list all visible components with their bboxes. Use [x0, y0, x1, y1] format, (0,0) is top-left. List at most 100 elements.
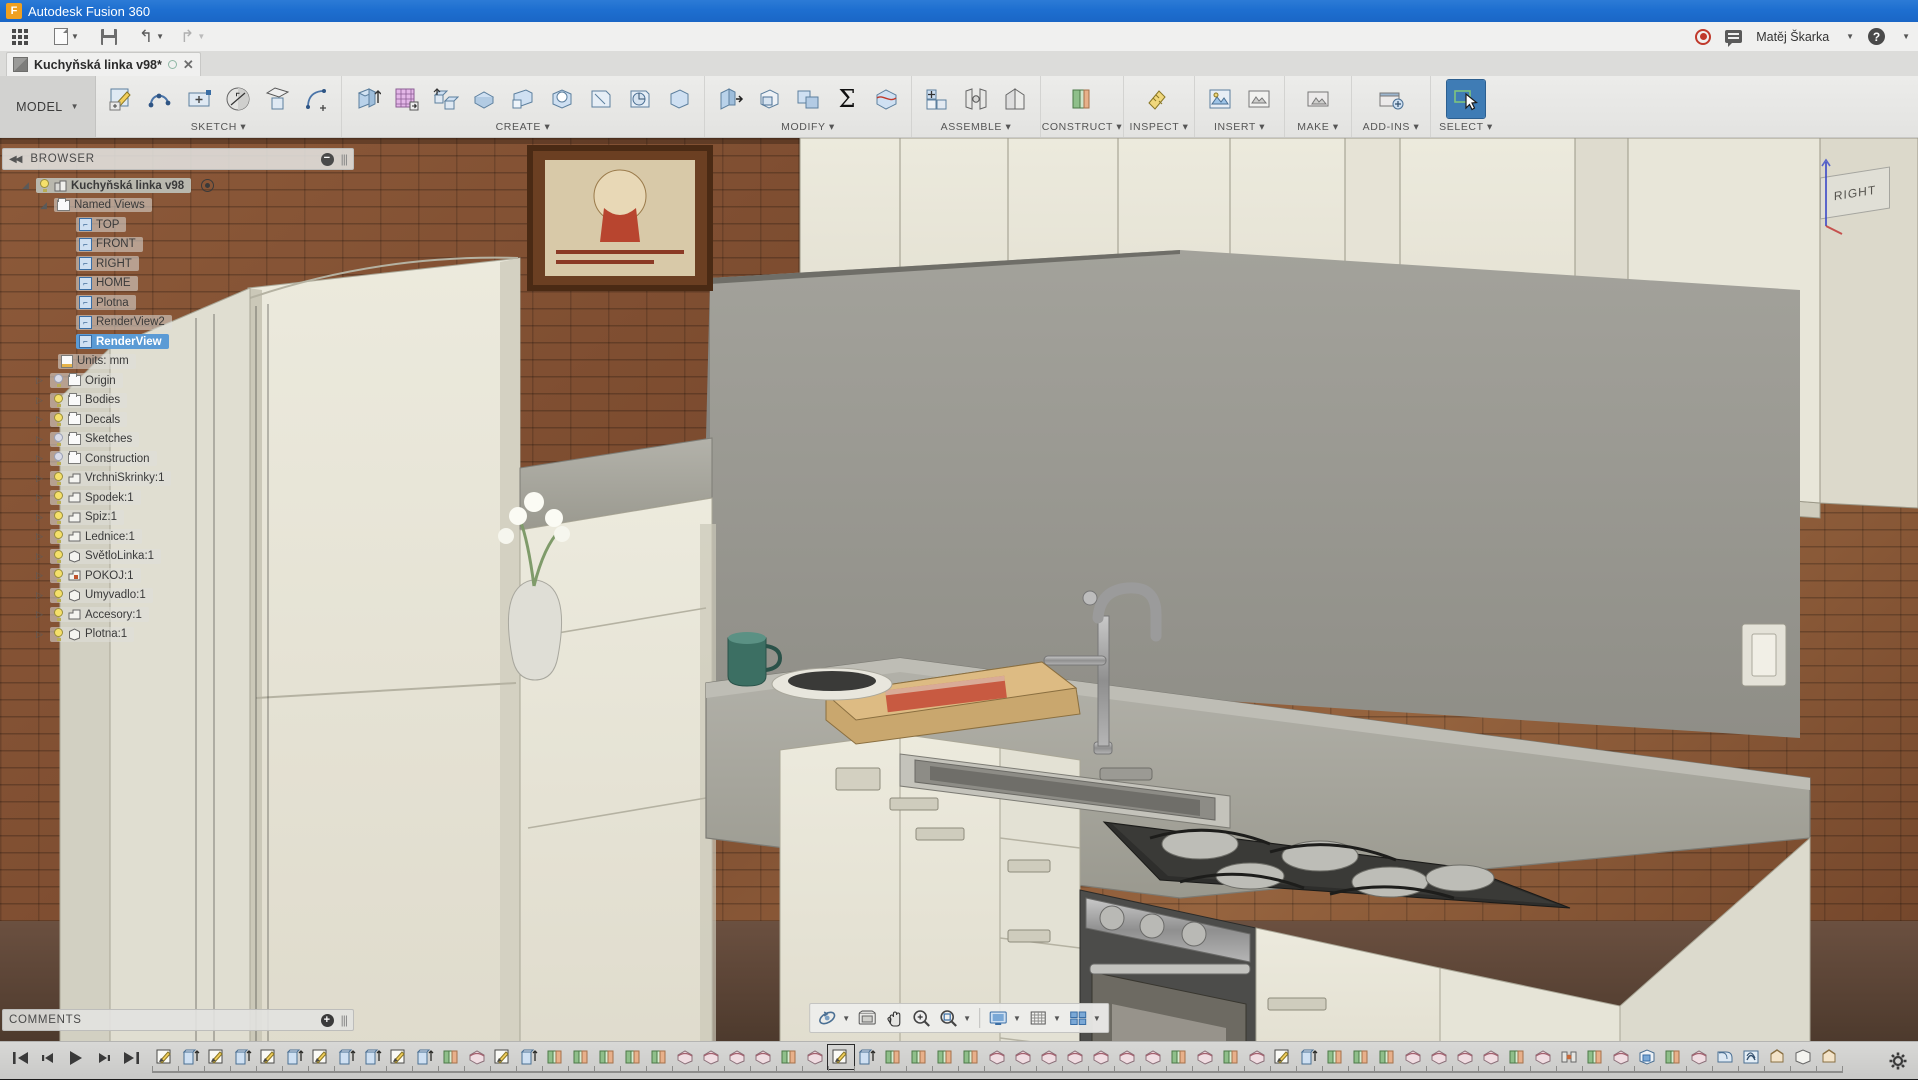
timeline-node-sketch[interactable] — [828, 1045, 854, 1069]
ribbon-group-label-construct[interactable]: CONSTRUCT ▾ — [1041, 121, 1123, 137]
offset-plane-button[interactable] — [1063, 80, 1101, 118]
timeline-node-combine[interactable] — [1166, 1045, 1192, 1069]
spline-button[interactable] — [297, 80, 335, 118]
step-forward-icon[interactable] — [95, 1050, 113, 1071]
fit-button[interactable]: ▼ — [935, 1006, 974, 1030]
resize-grip-icon[interactable]: ||| — [341, 152, 347, 166]
revolve-button[interactable] — [387, 80, 425, 118]
thread-button[interactable] — [621, 80, 659, 118]
expand-triangle-icon[interactable]: ▷ — [36, 492, 46, 503]
ribbon-group-label-make[interactable]: MAKE ▾ — [1285, 121, 1351, 137]
tree-node-row[interactable]: ▷Bodies — [22, 391, 352, 411]
lightbulb-icon[interactable] — [53, 433, 64, 446]
tree-node-row[interactable]: ▷Decals — [22, 410, 352, 430]
tree-root-row[interactable]: ◢ Kuchyňská linka v98 — [22, 176, 352, 196]
named-view-row[interactable]: ⌐RenderView — [22, 332, 352, 352]
3d-print-button[interactable] — [1299, 80, 1337, 118]
timeline-node-fillet[interactable] — [984, 1045, 1010, 1069]
display-settings-button[interactable]: ▼ — [985, 1006, 1024, 1030]
timeline-node-chamfer[interactable] — [1764, 1045, 1790, 1069]
visibility-toggle-icon[interactable] — [201, 179, 214, 192]
timeline-node-thread[interactable] — [1738, 1045, 1764, 1069]
timeline-node-fillet[interactable] — [1530, 1045, 1556, 1069]
tree-node-row[interactable]: ▷Spodek:1 — [22, 488, 352, 508]
timeline-node-chamfer[interactable] — [1816, 1045, 1842, 1069]
skip-to-start-icon[interactable] — [12, 1050, 30, 1071]
lightbulb-icon[interactable] — [53, 511, 64, 524]
timeline-node-combine[interactable] — [1660, 1045, 1686, 1069]
document-tab[interactable]: Kuchyňská linka v98* ✕ — [6, 52, 201, 76]
expand-triangle-icon[interactable]: ▷ — [36, 434, 46, 445]
ribbon-group-label-sketch[interactable]: SKETCH ▾ — [96, 121, 341, 137]
lightbulb-icon[interactable] — [53, 589, 64, 602]
timeline-node-extrude[interactable] — [1296, 1045, 1322, 1069]
save-button[interactable] — [97, 24, 121, 50]
timeline-node-combine[interactable] — [932, 1045, 958, 1069]
play-icon[interactable] — [66, 1049, 86, 1072]
timeline-feature-nodes[interactable] — [152, 1042, 1878, 1080]
new-component-button[interactable] — [918, 80, 956, 118]
minus-circle-icon[interactable]: − — [321, 153, 334, 166]
measure-button[interactable] — [1140, 80, 1178, 118]
sync-circle-icon[interactable] — [168, 60, 177, 69]
timeline-node-extrude[interactable] — [178, 1045, 204, 1069]
timeline-node-fillet[interactable] — [724, 1045, 750, 1069]
tree-node-row[interactable]: ▷Spiz:1 — [22, 508, 352, 528]
ribbon-group-label-assemble[interactable]: ASSEMBLE ▾ — [912, 121, 1040, 137]
timeline-node-fillet[interactable] — [1010, 1045, 1036, 1069]
timeline-node-fillet[interactable] — [802, 1045, 828, 1069]
lightbulb-icon[interactable] — [53, 569, 64, 582]
timeline-node-combine[interactable] — [646, 1045, 672, 1069]
workspace-switcher[interactable]: MODEL ▼ — [0, 76, 96, 137]
zoom-button[interactable] — [908, 1006, 934, 1030]
timeline-node-fillet[interactable] — [1192, 1045, 1218, 1069]
timeline-node-combine[interactable] — [1348, 1045, 1374, 1069]
chevron-down-icon[interactable]: ▼ — [1053, 1014, 1061, 1023]
timeline-node-sketch[interactable] — [490, 1045, 516, 1069]
timeline-node-combine[interactable] — [880, 1045, 906, 1069]
look-at-button[interactable] — [854, 1006, 880, 1030]
timeline-node-extrude[interactable] — [334, 1045, 360, 1069]
tree-node-row[interactable]: ▷VrchniSkrinky:1 — [22, 469, 352, 489]
expand-triangle-icon[interactable]: ▷ — [36, 590, 46, 601]
named-view-row[interactable]: ⌐RIGHT — [22, 254, 352, 274]
expand-triangle-icon[interactable]: ◢ — [40, 200, 50, 211]
lightbulb-icon[interactable] — [53, 530, 64, 543]
lightbulb-icon[interactable] — [53, 413, 64, 426]
expand-triangle-icon[interactable]: ▷ — [36, 629, 46, 640]
as-built-joint-button[interactable] — [996, 80, 1034, 118]
ribbon-group-label-inspect[interactable]: INSPECT ▾ — [1124, 121, 1194, 137]
chat-bubble-icon[interactable] — [1725, 30, 1742, 43]
timeline-node-combine[interactable] — [1218, 1045, 1244, 1069]
timeline-node-combine[interactable] — [1374, 1045, 1400, 1069]
ribbon-group-label-select[interactable]: SELECT ▾ — [1431, 121, 1501, 137]
timeline-node-joint[interactable] — [1556, 1045, 1582, 1069]
lightbulb-icon[interactable] — [53, 472, 64, 485]
timeline-node-sketch[interactable] — [152, 1045, 178, 1069]
named-view-row[interactable]: ⌐FRONT — [22, 235, 352, 255]
timeline-node-extrude[interactable] — [282, 1045, 308, 1069]
joint-button[interactable] — [957, 80, 995, 118]
combine-button[interactable] — [789, 80, 827, 118]
line-button[interactable] — [141, 80, 179, 118]
timeline-node-combine[interactable] — [542, 1045, 568, 1069]
timeline-node-fillet[interactable] — [1478, 1045, 1504, 1069]
sketch-plane-button[interactable] — [258, 80, 296, 118]
view-cube[interactable]: RIGHT — [1812, 150, 1898, 236]
timeline-node-fillet[interactable] — [1036, 1045, 1062, 1069]
timeline-node-fillet[interactable] — [1140, 1045, 1166, 1069]
timeline-node-fillet[interactable] — [1686, 1045, 1712, 1069]
box-button[interactable] — [660, 80, 698, 118]
expand-triangle-icon[interactable]: ▷ — [36, 609, 46, 620]
lightbulb-icon[interactable] — [39, 179, 50, 192]
named-view-row[interactable]: ⌐HOME — [22, 274, 352, 294]
loft-button[interactable] — [465, 80, 503, 118]
close-icon[interactable]: ✕ — [183, 57, 194, 73]
timeline-node-fillet[interactable] — [1400, 1045, 1426, 1069]
tree-node-row[interactable]: ▷Accesory:1 — [22, 605, 352, 625]
chevron-down-icon[interactable]: ▼ — [842, 1014, 850, 1023]
tree-node-row[interactable]: ▷SvětloLinka:1 — [22, 547, 352, 567]
timeline-node-extrude[interactable] — [412, 1045, 438, 1069]
timeline-node-extrude[interactable] — [230, 1045, 256, 1069]
app-grid-button[interactable] — [8, 24, 32, 50]
